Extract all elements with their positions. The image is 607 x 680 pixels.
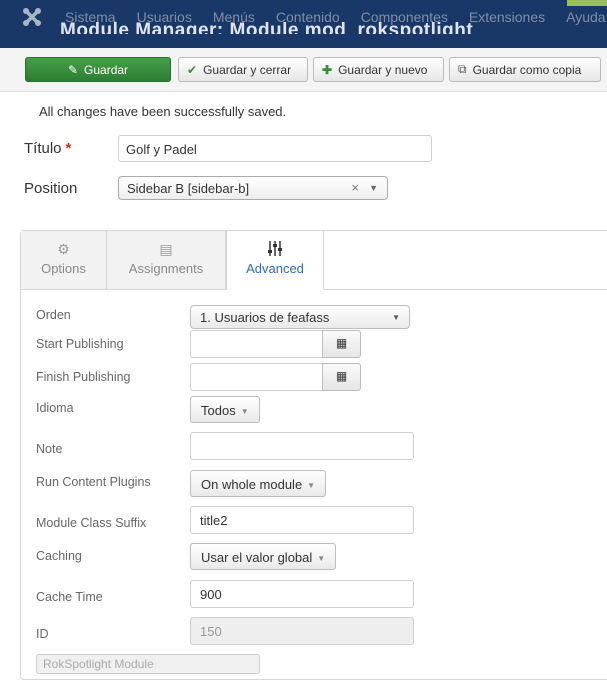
position-label: Position <box>24 180 78 197</box>
position-value: Sidebar B [sidebar-b] <box>127 181 250 196</box>
copy-icon: ⧉ <box>458 62 467 76</box>
partial-button[interactable]: RokSpotlight Module <box>36 654 260 674</box>
order-label: Orden <box>36 308 71 322</box>
note-label: Note <box>36 442 63 456</box>
run-content-plugins-label: Run Content Plugins <box>36 475 151 489</box>
title-label-text: Título <box>24 140 62 157</box>
tab-advanced[interactable]: Advanced <box>226 231 324 290</box>
cache-time-label: Cache Time <box>36 590 103 604</box>
sliders-icon <box>227 241 323 257</box>
start-publishing-input[interactable] <box>190 330 323 358</box>
id-input: 150 <box>190 617 414 645</box>
save-new-button[interactable]: ✚ Guardar y nuevo <box>313 57 444 82</box>
finish-publishing-calendar-button[interactable]: ▦ <box>322 363 361 391</box>
gear-icon: ⚙ <box>57 241 70 257</box>
caret-down-icon: ▼ <box>317 554 326 564</box>
clear-icon[interactable]: × <box>351 180 359 195</box>
save-copy-button[interactable]: ⧉ Guardar como copia <box>449 57 601 82</box>
id-label: ID <box>36 627 49 641</box>
menu-menus[interactable]: Menús <box>213 9 255 25</box>
caching-select[interactable]: Usar el valor global ▼ <box>190 543 337 570</box>
run-content-plugins-value: On whole module <box>201 477 303 492</box>
list-icon: ▤ <box>159 241 173 257</box>
notification-strip <box>567 0 607 6</box>
run-content-plugins-select[interactable]: On whole module ▼ <box>190 470 327 497</box>
joomla-logo-icon[interactable] <box>22 7 42 27</box>
finish-publishing-label: Finish Publishing <box>36 370 131 384</box>
save-close-label: Guardar y cerrar <box>203 62 292 77</box>
caret-down-icon: ▼ <box>240 407 249 417</box>
language-select[interactable]: Todos ▼ <box>190 396 260 423</box>
required-marker: * <box>65 140 72 157</box>
caching-value: Usar el valor global <box>201 550 313 565</box>
edit-icon: ✎ <box>67 62 79 77</box>
menu-ayuda[interactable]: Ayuda <box>566 9 605 25</box>
tab-options-label: Options <box>41 261 86 276</box>
calendar-icon: ▦ <box>335 369 348 383</box>
title-input[interactable]: Golf y Padel <box>118 135 432 162</box>
save-label: Guardar <box>84 62 129 77</box>
note-input[interactable] <box>190 432 414 460</box>
tab-advanced-label: Advanced <box>246 261 304 276</box>
top-navigation: Module Manager: Module mod_rokspotlight … <box>0 0 607 34</box>
checkmark-icon: ✔ <box>187 62 198 77</box>
caching-label: Caching <box>36 549 82 563</box>
module-class-suffix-input[interactable]: title2 <box>190 506 414 534</box>
success-message: All changes have been successfully saved… <box>39 104 287 119</box>
order-value: 1. Usuarios de feafass <box>200 310 330 325</box>
save-copy-label: Guardar como copia <box>472 62 582 77</box>
module-class-suffix-label: Module Class Suffix <box>36 516 147 530</box>
start-publishing-label: Start Publishing <box>36 337 124 351</box>
menu-sistema[interactable]: Sistema <box>65 9 116 25</box>
order-select[interactable]: 1. Usuarios de feafass ▼ <box>190 305 410 329</box>
position-select[interactable]: Sidebar B [sidebar-b] × ▼ <box>118 176 388 200</box>
save-new-label: Guardar y nuevo <box>338 62 428 77</box>
save-button[interactable]: ✎ Guardar <box>25 57 171 82</box>
cache-time-input[interactable]: 900 <box>190 580 414 608</box>
menu-extensiones[interactable]: Extensiones <box>469 9 545 25</box>
caret-down-icon: ▼ <box>369 183 378 193</box>
caret-down-icon: ▼ <box>307 481 316 491</box>
plus-icon: ✚ <box>322 62 333 77</box>
finish-publishing-input[interactable] <box>190 363 323 391</box>
calendar-icon: ▦ <box>335 336 348 350</box>
save-close-button[interactable]: ✔ Guardar y cerrar <box>178 57 308 82</box>
language-label: Idioma <box>36 401 74 415</box>
menu-contenido[interactable]: Contenido <box>276 9 340 25</box>
title-label: Título * <box>24 140 71 157</box>
menu-usuarios[interactable]: Usuarios <box>137 9 192 25</box>
menu-componentes[interactable]: Componentes <box>361 9 448 25</box>
tab-options[interactable]: ⚙ Options <box>21 231 107 289</box>
title-band <box>0 34 607 48</box>
main-menu: Sistema Usuarios Menús Contenido Compone… <box>65 9 607 25</box>
tab-assignments[interactable]: ▤ Assignments <box>107 231 226 289</box>
start-publishing-calendar-button[interactable]: ▦ <box>322 330 361 358</box>
tab-assignments-label: Assignments <box>128 261 204 276</box>
language-value: Todos <box>201 403 236 418</box>
caret-down-icon: ▼ <box>392 313 400 322</box>
